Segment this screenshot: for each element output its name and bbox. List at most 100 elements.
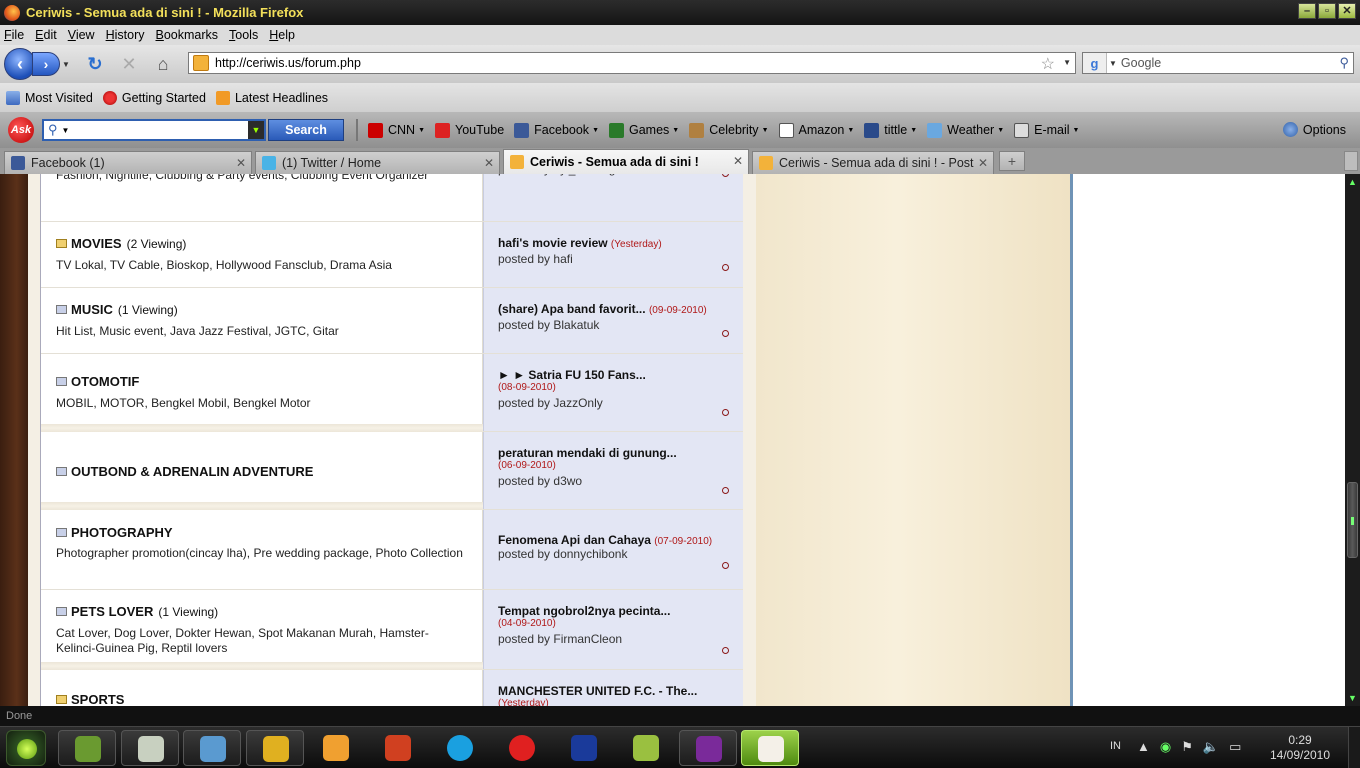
taskbar-app-4[interactable] — [246, 730, 304, 766]
forward-button[interactable]: › — [32, 52, 60, 76]
scroll-down-icon[interactable]: ▼ — [1347, 693, 1358, 703]
toolbar-amazon[interactable]: Amazon ▼ — [778, 122, 854, 138]
menu-help[interactable]: Help — [269, 28, 295, 42]
history-dropdown-icon[interactable]: ▼ — [62, 60, 74, 69]
reload-icon[interactable]: ↻ — [82, 51, 108, 77]
taskbar-app-6[interactable] — [369, 730, 427, 766]
last-post-link[interactable]: peraturan mendaki di gunung... — [498, 446, 738, 460]
go-to-last-post-icon[interactable] — [722, 330, 729, 337]
start-button[interactable] — [6, 730, 46, 766]
menu-history[interactable]: History — [106, 28, 145, 42]
google-engine-icon[interactable]: g — [1083, 53, 1107, 73]
url-text[interactable]: http://ceriwis.us/forum.php — [215, 56, 361, 70]
menu-bookmarks[interactable]: Bookmarks — [156, 28, 219, 42]
maximize-button[interactable]: ▫ — [1318, 3, 1336, 19]
forum-title-link[interactable]: MUSIC (1 Viewing) — [56, 302, 178, 317]
engine-dropdown-icon[interactable]: ▼ — [1109, 59, 1117, 68]
close-icon[interactable]: ✕ — [484, 156, 494, 170]
forum-title-link[interactable]: OUTBOND & ADRENALIN ADVENTURE — [56, 464, 313, 479]
bookmark-latest-headlines[interactable]: Latest Headlines — [215, 90, 328, 105]
menu-edit[interactable]: Edit — [35, 28, 57, 42]
flag-icon[interactable]: ⚑ — [1181, 739, 1193, 755]
forum-title-link[interactable]: MOVIES (2 Viewing) — [56, 236, 186, 251]
username-link[interactable]: JazzOnly — [553, 396, 602, 410]
last-post-link[interactable]: ► ► Satria FU 150 Fans... — [498, 368, 738, 382]
home-icon[interactable]: ⌂ — [150, 51, 176, 77]
volume-icon[interactable]: 🔈 — [1203, 739, 1219, 755]
menu-view[interactable]: View — [68, 28, 95, 42]
close-button[interactable]: ✕ — [1338, 3, 1356, 19]
taskbar-app-7[interactable] — [431, 730, 489, 766]
tray-app-icon[interactable]: ◉ — [1160, 739, 1171, 755]
taskbar-app-8[interactable] — [493, 730, 551, 766]
forum-title-link[interactable]: OTOMOTIF — [56, 374, 139, 389]
show-desktop-button[interactable] — [1348, 727, 1360, 768]
stop-icon[interactable]: ✕ — [116, 51, 142, 77]
forum-title-link[interactable]: SPORTS — [56, 692, 124, 706]
menu-tools[interactable]: Tools — [229, 28, 258, 42]
new-tab-button[interactable]: + — [999, 151, 1025, 171]
go-to-last-post-icon[interactable] — [722, 647, 729, 654]
show-hidden-icons-icon[interactable]: ▲ — [1137, 739, 1150, 755]
username-link[interactable]: d3wo — [553, 474, 582, 488]
taskbar-app-5[interactable] — [307, 730, 365, 766]
go-to-last-post-icon[interactable] — [722, 264, 729, 271]
search-icon[interactable]: ⚲ — [1339, 55, 1349, 71]
close-icon[interactable]: ✕ — [236, 156, 246, 170]
last-post-link[interactable]: (share) Apa band favorit... (09-09-2010) — [498, 302, 738, 318]
tab-ceriwis[interactable]: Ceriwis - Semua ada di sini ! ✕ — [503, 149, 749, 174]
tab-list-button[interactable] — [1344, 151, 1358, 171]
taskbar-app-3[interactable] — [183, 730, 241, 766]
tab-facebook[interactable]: Facebook (1) ✕ — [4, 151, 252, 174]
minimize-button[interactable]: – — [1298, 3, 1316, 19]
ask-logo-icon[interactable]: Ask — [8, 117, 34, 143]
username-link[interactable]: Blakatuk — [553, 318, 599, 332]
toolbar-tittle[interactable]: tittle ▼ — [864, 122, 917, 138]
last-post-link[interactable]: hafi's movie review (Yesterday) — [498, 236, 738, 252]
clock[interactable]: 0:29 14/09/2010 — [1262, 733, 1338, 763]
last-post-link[interactable]: MANCHESTER UNITED F.C. - The... — [498, 684, 738, 698]
engine-dropdown-icon[interactable]: ▼ — [62, 126, 70, 135]
url-bar[interactable]: http://ceriwis.us/forum.php ☆ ▼ — [188, 52, 1076, 74]
toolbar-facebook[interactable]: Facebook ▼ — [514, 122, 599, 138]
language-indicator[interactable]: IN — [1110, 740, 1121, 752]
toolbar-games[interactable]: Games ▼ — [609, 122, 679, 138]
taskbar-app-9[interactable] — [555, 730, 613, 766]
search-bar[interactable]: g ▼ Google ⚲ — [1082, 52, 1354, 74]
close-icon[interactable]: ✕ — [978, 156, 988, 170]
taskbar-app-10[interactable] — [617, 730, 675, 766]
username-link[interactable]: nyi_blorong — [553, 174, 615, 176]
ask-search-input[interactable]: ⚲ ▼ ▼ — [42, 119, 266, 141]
forum-title-link[interactable]: PETS LOVER (1 Viewing) — [56, 604, 218, 619]
go-to-last-post-icon[interactable] — [722, 174, 729, 177]
ask-search-button[interactable]: Search — [268, 119, 344, 141]
toolbar-email[interactable]: E-mail ▼ — [1014, 122, 1079, 138]
tab-twitter[interactable]: (1) Twitter / Home ✕ — [255, 151, 500, 174]
go-to-last-post-icon[interactable] — [722, 409, 729, 416]
toolbar-cnn[interactable]: CNN ▼ — [368, 122, 425, 138]
url-dropdown-icon[interactable]: ▼ — [1063, 58, 1071, 67]
close-icon[interactable]: ✕ — [733, 154, 743, 168]
tab-ceriwis-post[interactable]: Ceriwis - Semua ada di sini ! - Post ...… — [752, 151, 994, 174]
go-to-last-post-icon[interactable] — [722, 562, 729, 569]
username-link[interactable]: donnychibonk — [553, 547, 627, 561]
vertical-scrollbar[interactable]: ▲ ▼ — [1345, 174, 1360, 706]
bookmark-most-visited[interactable]: Most Visited — [6, 90, 93, 105]
network-icon[interactable]: ▭ — [1229, 739, 1241, 755]
taskbar-app-12[interactable] — [741, 730, 799, 766]
menu-file[interactable]: File — [4, 28, 24, 42]
scroll-thumb[interactable] — [1347, 482, 1358, 558]
username-link[interactable]: FirmanCleon — [553, 632, 622, 646]
search-input[interactable]: Google — [1121, 56, 1161, 70]
toolbar-youtube[interactable]: YouTube — [435, 122, 504, 138]
toolbar-options[interactable]: Options — [1282, 122, 1346, 137]
forum-title-link[interactable]: PHOTOGRAPHY — [56, 525, 173, 540]
chevron-down-icon[interactable]: ▼ — [248, 121, 264, 139]
username-link[interactable]: hafi — [553, 252, 572, 266]
toolbar-celebrity[interactable]: Celebrity ▼ — [689, 122, 769, 138]
taskbar-app-1[interactable] — [58, 730, 116, 766]
taskbar-app-11[interactable] — [679, 730, 737, 766]
last-post-link[interactable]: Tempat ngobrol2nya pecinta... — [498, 604, 738, 618]
go-to-last-post-icon[interactable] — [722, 487, 729, 494]
scroll-up-icon[interactable]: ▲ — [1347, 177, 1358, 187]
